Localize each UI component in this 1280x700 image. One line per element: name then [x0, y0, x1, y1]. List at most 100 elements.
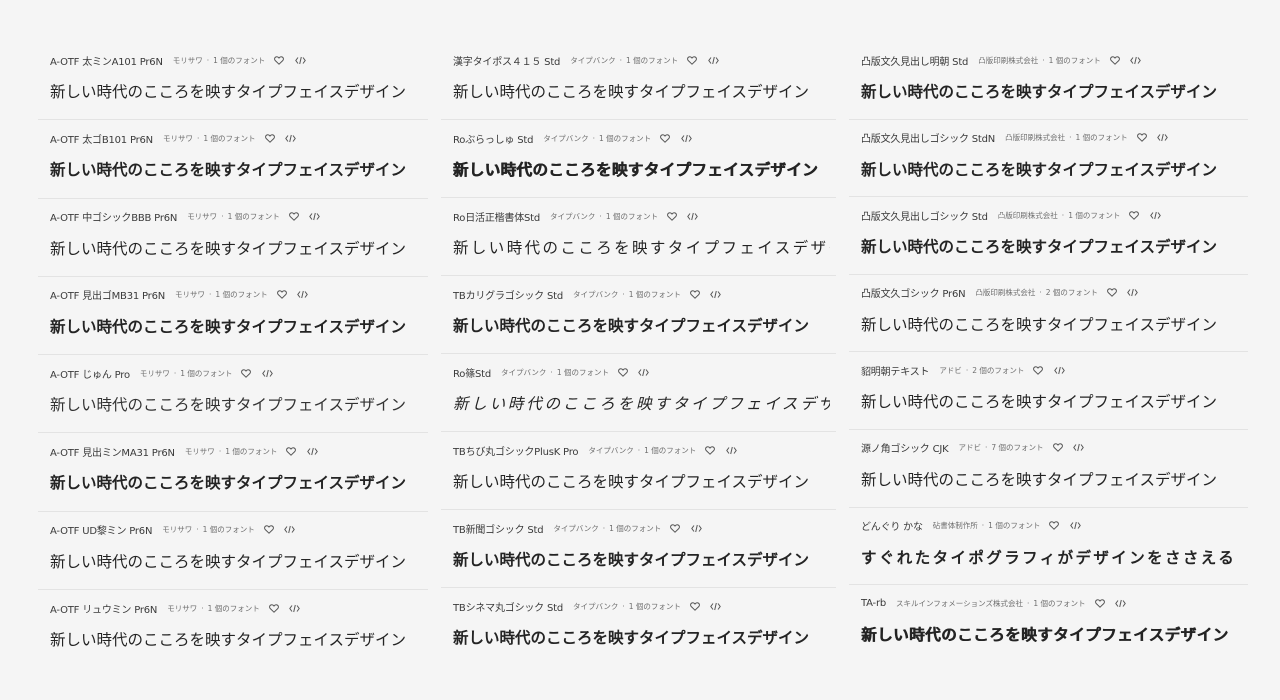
font-name[interactable]: A-OTF リュウミン Pr6N: [50, 601, 157, 616]
font-card[interactable]: A-OTF 中ゴシックBBB Pr6N モリサワ · 1 個のフォント 新しい時…: [38, 199, 428, 277]
font-name[interactable]: TBちび丸ゴシックPlusK Pro: [453, 443, 579, 458]
font-card[interactable]: Ro篠Std タイプバンク · 1 個のフォント 新しい時代のこころを映すタイプ…: [441, 354, 836, 432]
foundry-name[interactable]: モリサワ: [185, 446, 215, 457]
font-sample-text[interactable]: 新しい時代のこころを映すタイプフェイスデザイン: [453, 393, 830, 415]
font-card[interactable]: A-OTF じゅん Pro モリサワ · 1 個のフォント 新しい時代のこころを…: [38, 355, 428, 434]
foundry-name[interactable]: タイプバンク: [588, 445, 633, 456]
font-sample-text[interactable]: 新しい時代のこころを映すタイプフェイスデザイン: [453, 627, 830, 649]
font-name[interactable]: 凸版文久見出し明朝 Std: [861, 53, 968, 68]
font-sample-text[interactable]: 新しい時代のこころを映すタイプフェイスデザイン: [50, 316, 422, 338]
heart-icon[interactable]: [703, 443, 717, 457]
foundry-name[interactable]: モリサワ: [187, 211, 217, 222]
code-icon[interactable]: [709, 287, 723, 301]
font-name[interactable]: 貂明朝テキスト: [861, 363, 930, 378]
font-sample-text[interactable]: 新しい時代のこころを映すタイプフェイスデザイン: [50, 81, 422, 103]
code-icon[interactable]: [1126, 286, 1140, 300]
foundry-name[interactable]: アドビ: [958, 442, 981, 453]
font-card[interactable]: TBちび丸ゴシックPlusK Pro タイプバンク · 1 個のフォント 新しい…: [441, 432, 836, 510]
foundry-name[interactable]: タイプバンク: [573, 289, 618, 300]
code-icon[interactable]: [689, 521, 703, 535]
font-sample-text[interactable]: 新しい時代のこころを映すタイプフェイスデザイン: [453, 549, 830, 571]
font-name[interactable]: A-OTF じゅん Pro: [50, 366, 130, 381]
code-icon[interactable]: [686, 209, 700, 223]
code-icon[interactable]: [1052, 363, 1066, 377]
code-icon[interactable]: [305, 444, 319, 458]
heart-icon[interactable]: [1105, 286, 1119, 300]
code-icon[interactable]: [1072, 441, 1086, 455]
font-sample-text[interactable]: 新しい時代のこころを映すタイプフェイスデザイン: [453, 237, 830, 259]
heart-icon[interactable]: [616, 365, 630, 379]
heart-icon[interactable]: [275, 288, 289, 302]
font-card[interactable]: A-OTF 見出ゴMB31 Pr6N モリサワ · 1 個のフォント 新しい時代…: [38, 277, 428, 356]
heart-icon[interactable]: [1135, 131, 1149, 145]
font-card[interactable]: A-OTF 太ミンA101 Pr6N モリサワ · 1 個のフォント 新しい時代…: [38, 42, 428, 121]
font-sample-text[interactable]: 新しい時代のこころを映すタイプフェイスデザイン: [50, 551, 422, 573]
foundry-name[interactable]: モリサワ: [167, 603, 197, 614]
font-card[interactable]: Roぶらっしゅ Std タイプバンク · 1 個のフォント 新しい時代のこころを…: [441, 120, 836, 198]
font-card[interactable]: 凸版文久見出しゴシック Std 凸版印刷株式会社 · 1 個のフォント 新しい時…: [849, 197, 1248, 275]
foundry-name[interactable]: モリサワ: [173, 55, 203, 66]
font-name[interactable]: A-OTF 見出ゴMB31 Pr6N: [50, 287, 165, 302]
foundry-name[interactable]: モリサワ: [162, 524, 192, 535]
font-card[interactable]: 貂明朝テキスト アドビ · 2 個のフォント 新しい時代のこころを映すタイプフェ…: [849, 352, 1248, 430]
font-name[interactable]: TBカリグラゴシック Std: [453, 287, 563, 302]
font-card[interactable]: 漢字タイポス４１５ Std タイプバンク · 1 個のフォント 新しい時代のここ…: [441, 42, 836, 120]
code-icon[interactable]: [284, 131, 298, 145]
code-icon[interactable]: [308, 210, 322, 224]
code-icon[interactable]: [260, 366, 274, 380]
font-sample-text[interactable]: 新しい時代のこころを映すタイプフェイスデザイン: [861, 159, 1242, 181]
foundry-name[interactable]: モリサワ: [163, 133, 193, 144]
heart-icon[interactable]: [658, 131, 672, 145]
code-icon[interactable]: [283, 523, 297, 537]
font-card[interactable]: TA-rb スキルインフォメーションズ株式会社 · 1 個のフォント 新しい時代…: [849, 585, 1248, 663]
code-icon[interactable]: [724, 443, 738, 457]
font-sample-text[interactable]: 新しい時代のこころを映すタイプフェイスデザイン: [50, 159, 422, 181]
heart-icon[interactable]: [272, 53, 286, 67]
font-sample-text[interactable]: 新しい時代のこころを映すタイプフェイスデザイン: [50, 629, 422, 651]
code-icon[interactable]: [1129, 53, 1143, 67]
font-card[interactable]: 凸版文久見出しゴシック StdN 凸版印刷株式会社 · 1 個のフォント 新しい…: [849, 120, 1248, 198]
heart-icon[interactable]: [284, 444, 298, 458]
font-card[interactable]: A-OTF 見出ミンMA31 Pr6N モリサワ · 1 個のフォント 新しい時…: [38, 433, 428, 512]
font-name[interactable]: 凸版文久ゴシック Pr6N: [861, 285, 966, 300]
font-card[interactable]: Ro日活正楷書体Std タイプバンク · 1 個のフォント 新しい時代のこころを…: [441, 198, 836, 276]
heart-icon[interactable]: [1051, 441, 1065, 455]
font-sample-text[interactable]: すぐれたタイポグラフィがデザインをささえる: [861, 547, 1242, 569]
font-name[interactable]: Ro篠Std: [453, 365, 491, 380]
foundry-name[interactable]: タイプバンク: [573, 601, 618, 612]
font-sample-text[interactable]: 新しい時代のこころを映すタイプフェイスデザイン: [861, 624, 1242, 646]
foundry-name[interactable]: 凸版印刷株式会社: [998, 210, 1058, 221]
font-name[interactable]: Ro日活正楷書体Std: [453, 209, 540, 224]
heart-icon[interactable]: [665, 209, 679, 223]
heart-icon[interactable]: [263, 131, 277, 145]
foundry-name[interactable]: スキルインフォメーションズ株式会社: [896, 598, 1023, 609]
foundry-name[interactable]: モリサワ: [140, 368, 170, 379]
font-name[interactable]: どんぐり かな: [861, 518, 923, 533]
font-name[interactable]: A-OTF UD黎ミン Pr6N: [50, 522, 152, 537]
foundry-name[interactable]: アドビ: [939, 365, 962, 376]
code-icon[interactable]: [637, 365, 651, 379]
font-sample-text[interactable]: 新しい時代のこころを映すタイプフェイスデザイン: [861, 81, 1242, 103]
font-name[interactable]: 漢字タイポス４１５ Std: [453, 53, 560, 68]
font-name[interactable]: TB新聞ゴシック Std: [453, 521, 544, 536]
heart-icon[interactable]: [1093, 596, 1107, 610]
heart-icon[interactable]: [688, 599, 702, 613]
heart-icon[interactable]: [688, 287, 702, 301]
font-name[interactable]: A-OTF 見出ミンMA31 Pr6N: [50, 444, 175, 459]
foundry-name[interactable]: タイプバンク: [543, 133, 588, 144]
foundry-name[interactable]: モリサワ: [175, 289, 205, 300]
code-icon[interactable]: [1114, 596, 1128, 610]
font-sample-text[interactable]: 新しい時代のこころを映すタイプフェイスデザイン: [453, 159, 830, 181]
heart-icon[interactable]: [239, 366, 253, 380]
code-icon[interactable]: [709, 599, 723, 613]
foundry-name[interactable]: タイプバンク: [553, 523, 598, 534]
font-card[interactable]: TB新聞ゴシック Std タイプバンク · 1 個のフォント 新しい時代のこころ…: [441, 510, 836, 588]
font-card[interactable]: 凸版文久見出し明朝 Std 凸版印刷株式会社 · 1 個のフォント 新しい時代の…: [849, 42, 1248, 120]
foundry-name[interactable]: 凸版印刷株式会社: [975, 287, 1035, 298]
font-name[interactable]: A-OTF 太ゴB101 Pr6N: [50, 131, 153, 146]
code-icon[interactable]: [1068, 519, 1082, 533]
code-icon[interactable]: [293, 53, 307, 67]
font-sample-text[interactable]: 新しい時代のこころを映すタイプフェイスデザイン: [861, 236, 1242, 258]
font-name[interactable]: TA-rb: [861, 598, 886, 609]
font-card[interactable]: どんぐり かな 砧書体制作所 · 1 個のフォント すぐれたタイポグラフィがデザ…: [849, 508, 1248, 586]
